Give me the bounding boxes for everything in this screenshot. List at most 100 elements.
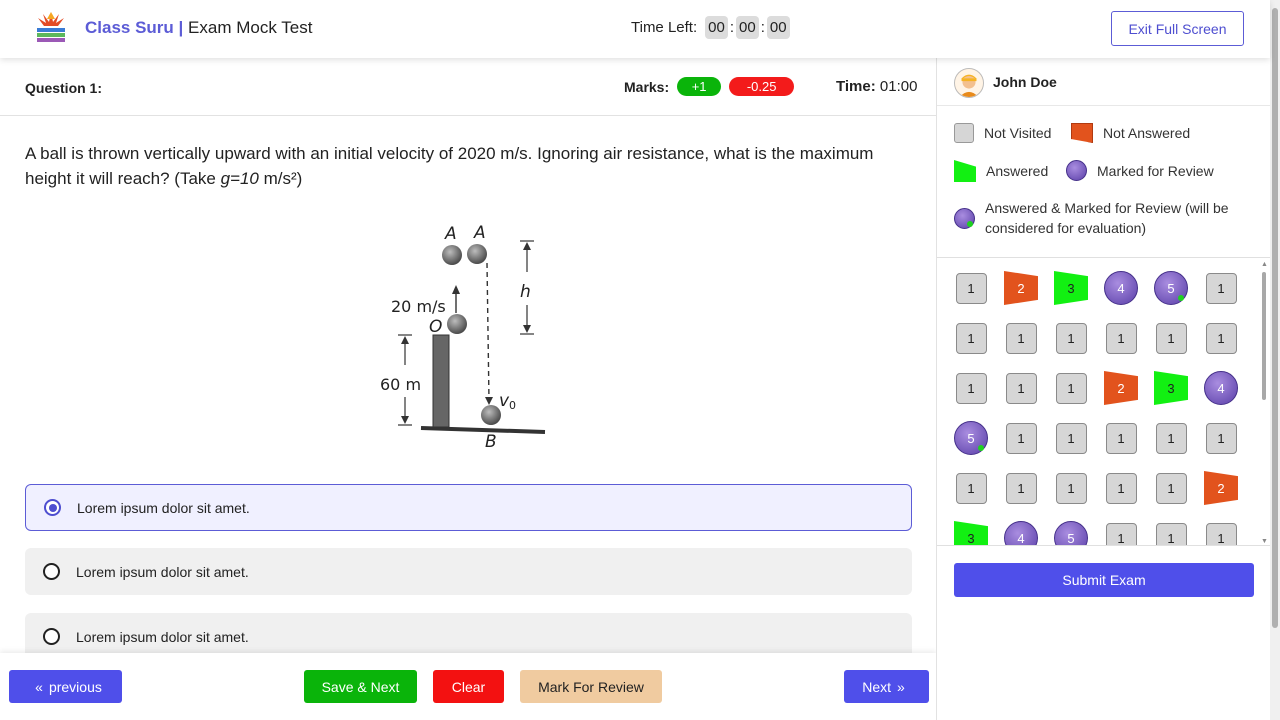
legend-answered-marked-line1: Answered & Marked for Review (will be bbox=[985, 200, 1229, 216]
scroll-up-icon[interactable]: ▲ bbox=[1261, 261, 1268, 268]
footer-actions: « previous Save & Next Clear Mark For Re… bbox=[0, 653, 936, 720]
palette-question-button[interactable]: 5 bbox=[954, 421, 988, 455]
palette-question-button[interactable]: 3 bbox=[954, 521, 988, 545]
question-text: A ball is thrown vertically upward with … bbox=[25, 141, 905, 191]
palette-question-button[interactable]: 1 bbox=[1005, 322, 1037, 354]
palette-question-button[interactable]: 4 bbox=[1104, 271, 1138, 305]
exit-fullscreen-button[interactable]: Exit Full Screen bbox=[1111, 11, 1244, 46]
option-1[interactable]: Lorem ipsum dolor sit amet. bbox=[25, 484, 912, 531]
legend-label: Marked for Review bbox=[1097, 162, 1214, 179]
mark-review-button[interactable]: Mark For Review bbox=[520, 670, 662, 703]
palette-question-button[interactable]: 3 bbox=[1154, 371, 1188, 405]
figure-label-velocity: 20 m/s bbox=[391, 297, 446, 316]
double-chevron-right-icon: » bbox=[897, 678, 905, 695]
page-scrollbar[interactable] bbox=[1270, 0, 1280, 720]
palette-question-button[interactable]: 1 bbox=[1205, 422, 1237, 454]
palette-question-button[interactable]: 1 bbox=[1055, 322, 1087, 354]
palette-question-button[interactable]: 1 bbox=[1105, 322, 1137, 354]
scroll-down-icon[interactable]: ▼ bbox=[1261, 538, 1268, 545]
marked-review-swatch bbox=[1066, 160, 1087, 181]
figure-label-o: O bbox=[429, 317, 442, 337]
user-name: John Doe bbox=[993, 74, 1057, 90]
palette-question-button[interactable]: 1 bbox=[955, 272, 987, 304]
palette-question-button[interactable]: 4 bbox=[1004, 521, 1038, 545]
not-answered-swatch bbox=[1071, 123, 1093, 143]
option-2[interactable]: Lorem ipsum dolor sit amet. bbox=[25, 548, 912, 595]
negative-marks-badge: -0.25 bbox=[729, 77, 795, 96]
marks-label: Marks: bbox=[624, 78, 670, 95]
palette-question-button[interactable]: 1 bbox=[1155, 322, 1187, 354]
option-label: Lorem ipsum dolor sit amet. bbox=[76, 563, 249, 580]
header: Class Suru | Exam Mock Test Time Left: 0… bbox=[0, 0, 1270, 58]
palette-question-button[interactable]: 1 bbox=[1105, 522, 1137, 545]
palette-question-button[interactable]: 3 bbox=[1054, 271, 1088, 305]
question-figure: A A h 20 m/s O 60 m v 0 B bbox=[380, 223, 546, 452]
palette-question-button[interactable]: 2 bbox=[1204, 471, 1238, 505]
question-palette-panel: John Doe Not Visited Not Answered Answer… bbox=[936, 58, 1271, 720]
radio-button[interactable] bbox=[44, 499, 61, 516]
legend-answered: Answered bbox=[954, 160, 1048, 182]
page-scroll-thumb[interactable] bbox=[1272, 8, 1278, 628]
not-visited-swatch bbox=[954, 123, 974, 143]
figure-label-b: B bbox=[485, 432, 497, 452]
palette-question-button[interactable]: 1 bbox=[1005, 422, 1037, 454]
palette-question-button[interactable]: 1 bbox=[1005, 472, 1037, 504]
palette-question-button[interactable]: 1 bbox=[1205, 272, 1237, 304]
radio-button[interactable] bbox=[43, 628, 60, 645]
legend-label: Not Answered bbox=[1103, 125, 1191, 141]
legend-answered-marked-line2: considered for evaluation) bbox=[985, 220, 1147, 236]
previous-label: previous bbox=[48, 678, 102, 695]
palette-question-button[interactable]: 1 bbox=[955, 472, 987, 504]
palette-question-button[interactable]: 4 bbox=[1204, 371, 1238, 405]
palette-question-button[interactable]: 1 bbox=[955, 372, 987, 404]
question-text-g: g=10 bbox=[220, 169, 259, 188]
palette-question-button[interactable]: 5 bbox=[1154, 271, 1188, 305]
timer-seconds: 00 bbox=[766, 16, 790, 39]
question-time: Time: 01:00 bbox=[836, 78, 917, 95]
figure-label-h: h bbox=[520, 282, 531, 302]
palette-question-button[interactable]: 2 bbox=[1004, 271, 1038, 305]
brand-name: Class Suru | bbox=[85, 18, 184, 37]
previous-button[interactable]: « previous bbox=[9, 670, 122, 703]
palette-question-button[interactable]: 1 bbox=[1155, 522, 1187, 545]
palette-question-button[interactable]: 1 bbox=[1005, 372, 1037, 404]
positive-marks-badge: +1 bbox=[677, 77, 722, 96]
submit-exam-button[interactable]: Submit Exam bbox=[954, 563, 1254, 597]
palette-question-button[interactable]: 1 bbox=[1155, 472, 1187, 504]
clear-button[interactable]: Clear bbox=[433, 670, 504, 703]
palette-question-button[interactable]: 1 bbox=[1205, 522, 1237, 545]
legend-label: Answered & Marked for Review (will be co… bbox=[985, 198, 1229, 238]
double-chevron-left-icon: « bbox=[35, 678, 43, 695]
palette-question-button[interactable]: 1 bbox=[1105, 472, 1137, 504]
question-time-value: 01:00 bbox=[879, 78, 918, 95]
palette-grid: 123451111111111234511111111112345111 bbox=[954, 271, 1238, 545]
figure-label-a1: A bbox=[444, 224, 457, 244]
palette-question-button[interactable]: 1 bbox=[1105, 422, 1137, 454]
legend-label: Answered bbox=[986, 163, 1049, 179]
palette-scrollbar[interactable]: ▲ ▼ bbox=[1261, 261, 1268, 545]
legend-not-answered: Not Answered bbox=[1071, 123, 1190, 143]
next-button[interactable]: Next » bbox=[844, 670, 929, 703]
scroll-thumb[interactable] bbox=[1262, 272, 1266, 400]
legend-label: Not Visited bbox=[984, 125, 1052, 141]
next-label: Next bbox=[862, 678, 891, 695]
save-next-button[interactable]: Save & Next bbox=[304, 670, 417, 703]
status-legend: Not Visited Not Answered Answered Marked… bbox=[937, 106, 1271, 258]
legend-answered-marked: Answered & Marked for Review (will be co… bbox=[954, 198, 1229, 238]
palette-question-button[interactable]: 1 bbox=[1155, 422, 1187, 454]
palette-question-button[interactable]: 1 bbox=[1055, 372, 1087, 404]
palette-question-button[interactable]: 2 bbox=[1104, 371, 1138, 405]
time-left-label: Time Left: bbox=[631, 19, 698, 36]
palette-question-button[interactable]: 5 bbox=[1054, 521, 1088, 545]
palette-question-button[interactable]: 1 bbox=[1205, 322, 1237, 354]
exam-title: Exam Mock Test bbox=[188, 18, 313, 37]
figure-label-height: 60 m bbox=[380, 375, 421, 394]
palette-question-button[interactable]: 1 bbox=[1055, 422, 1087, 454]
palette-question-button[interactable]: 1 bbox=[1055, 472, 1087, 504]
radio-button[interactable] bbox=[43, 563, 60, 580]
palette-question-button[interactable]: 1 bbox=[955, 322, 987, 354]
marks: Marks: +1 -0.25 bbox=[624, 77, 795, 96]
legend-not-visited: Not Visited bbox=[954, 123, 1051, 143]
user-info: John Doe bbox=[937, 58, 1271, 106]
legend-marked-review: Marked for Review bbox=[1066, 160, 1214, 181]
